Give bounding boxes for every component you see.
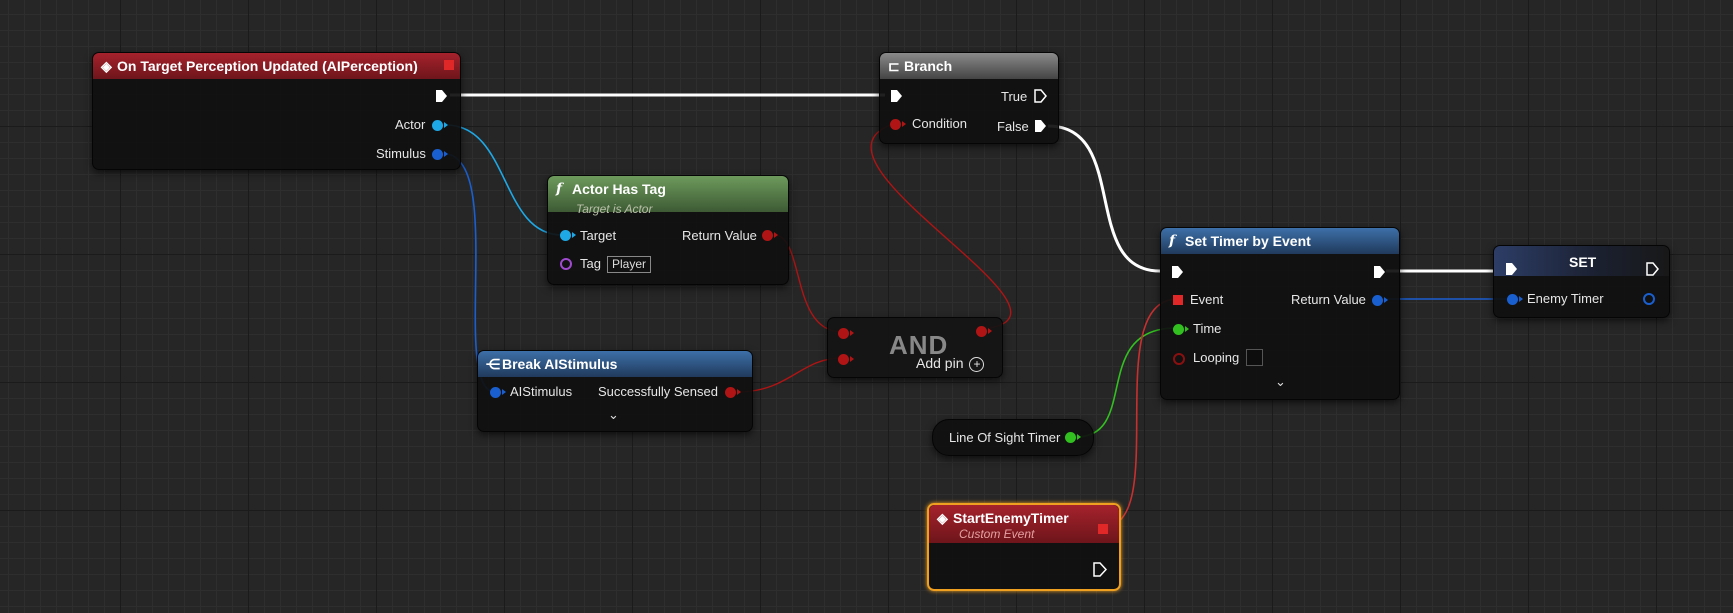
- true-pin-label: True: [1001, 89, 1028, 104]
- event-diamond-icon: ◈: [101, 58, 112, 74]
- branch-node[interactable]: ⊏ Branch True Condition False: [879, 52, 1059, 144]
- and-node[interactable]: AND Add pin +: [827, 317, 1003, 378]
- set-timer-exec-input-pin[interactable]: [1171, 265, 1183, 278]
- exec-output-pin[interactable]: [435, 89, 447, 102]
- false-exec-output-pin[interactable]: [1034, 119, 1046, 132]
- actor-has-tag-header[interactable]: f Actor Has Tag Target is Actor: [548, 176, 788, 216]
- false-pin-label: False: [997, 119, 1029, 134]
- start-enemy-timer-custom-event-node[interactable]: ◈ StartEnemyTimer Custom Event: [927, 503, 1121, 591]
- object-wire-actor-target: [445, 124, 563, 236]
- delegate-output-pin[interactable]: [444, 60, 454, 70]
- set-timer-title: Set Timer by Event: [1185, 233, 1311, 249]
- custom-event-exec-output-pin[interactable]: [1093, 562, 1107, 577]
- and-input-pin-a[interactable]: [838, 328, 854, 339]
- line-of-sight-timer-label: Line Of Sight Timer: [949, 430, 1061, 445]
- exec-wire-false-timer: [1047, 124, 1161, 273]
- tag-value-field[interactable]: Player: [607, 256, 652, 273]
- set-node-title: SET: [1569, 254, 1597, 270]
- set-timer-exec-output-pin[interactable]: [1373, 265, 1385, 278]
- condition-pin-label: Condition: [912, 116, 967, 131]
- line-of-sight-timer-variable-node[interactable]: Line Of Sight Timer: [932, 419, 1094, 456]
- enemy-timer-output-pin[interactable]: [1643, 293, 1655, 305]
- break-aistimulus-title: Break AIStimulus: [502, 356, 618, 372]
- event-node-on-target-perception-updated[interactable]: ◈ On Target Perception Updated (AIPercep…: [92, 52, 461, 170]
- successfully-sensed-output-pin[interactable]: [725, 387, 741, 398]
- stimulus-output-pin[interactable]: [432, 149, 448, 160]
- set-exec-input-pin[interactable]: [1505, 262, 1517, 275]
- break-aistimulus-node[interactable]: ⋲ Break AIStimulus AIStimulus Successful…: [477, 350, 753, 432]
- set-timer-by-event-node[interactable]: f Set Timer by Event Event Return Value …: [1160, 227, 1400, 400]
- aistimulus-input-pin[interactable]: [490, 387, 506, 398]
- actor-has-tag-node[interactable]: f Actor Has Tag Target is Actor Target R…: [547, 175, 789, 285]
- looping-input-pin[interactable]: [1173, 353, 1185, 365]
- target-input-pin[interactable]: [560, 230, 576, 241]
- successfully-sensed-pin-label: Successfully Sensed: [598, 384, 718, 399]
- set-timer-header[interactable]: f Set Timer by Event: [1161, 228, 1399, 254]
- expand-chevron-icon[interactable]: ⌄: [1275, 374, 1286, 390]
- time-pin-label: Time: [1193, 321, 1222, 336]
- event-input-pin[interactable]: [1173, 295, 1183, 305]
- enemy-timer-pin-label: Enemy Timer: [1527, 291, 1604, 306]
- tag-pin-label: Tag: [580, 256, 601, 271]
- expand-chevron-icon[interactable]: ⌄: [608, 407, 619, 423]
- has-tag-return-output-pin[interactable]: [762, 230, 778, 241]
- set-node-header[interactable]: SET: [1494, 246, 1669, 276]
- plus-circle-icon: +: [969, 357, 985, 372]
- target-pin-label: Target: [580, 228, 617, 243]
- branch-exec-input-pin[interactable]: [890, 89, 902, 102]
- branch-node-title: Branch: [904, 58, 953, 74]
- enemy-timer-input-pin[interactable]: [1507, 294, 1523, 305]
- timer-return-pin-label: Return Value: [1291, 292, 1366, 307]
- tag-input-pin[interactable]: [560, 258, 572, 270]
- timer-return-output-pin[interactable]: [1372, 295, 1388, 306]
- custom-event-delegate-pin[interactable]: [1098, 524, 1108, 534]
- function-icon: f: [556, 181, 563, 197]
- function-icon: f: [1169, 233, 1176, 249]
- and-output-pin[interactable]: [976, 326, 992, 337]
- set-variable-node[interactable]: SET Enemy Timer: [1493, 245, 1670, 318]
- time-input-pin[interactable]: [1173, 324, 1189, 335]
- event-diamond-icon: ◈: [937, 510, 948, 526]
- actor-has-tag-title: Actor Has Tag: [572, 181, 666, 197]
- custom-event-title: StartEnemyTimer: [953, 510, 1069, 526]
- condition-input-pin[interactable]: [890, 119, 906, 130]
- actor-output-pin[interactable]: [432, 120, 448, 131]
- branch-icon: ⊏: [888, 58, 900, 74]
- event-node-header[interactable]: ◈ On Target Perception Updated (AIPercep…: [93, 53, 460, 79]
- break-struct-icon: ⋲: [486, 356, 500, 372]
- add-pin-button[interactable]: Add pin +: [916, 355, 985, 372]
- event-pin-label: Event: [1190, 292, 1224, 307]
- line-of-sight-timer-output-pin[interactable]: [1065, 432, 1081, 443]
- true-exec-output-pin[interactable]: [1034, 89, 1047, 103]
- set-exec-output-pin[interactable]: [1646, 262, 1659, 276]
- event-node-title: On Target Perception Updated (AIPercepti…: [117, 58, 418, 74]
- custom-event-subtitle: Custom Event: [959, 527, 1035, 541]
- bool-wire-and-condition: [870, 123, 1012, 329]
- branch-node-header[interactable]: ⊏ Branch: [880, 53, 1058, 79]
- aistimulus-pin-label: AIStimulus: [510, 384, 573, 399]
- looping-pin-label: Looping: [1193, 350, 1240, 365]
- custom-event-header[interactable]: ◈ StartEnemyTimer Custom Event: [929, 505, 1119, 543]
- add-pin-label: Add pin: [916, 355, 964, 371]
- actor-pin-label: Actor: [395, 117, 426, 132]
- and-input-pin-b[interactable]: [838, 354, 854, 365]
- stimulus-pin-label: Stimulus: [376, 146, 426, 161]
- looping-checkbox[interactable]: [1246, 349, 1263, 366]
- break-aistimulus-header[interactable]: ⋲ Break AIStimulus: [478, 351, 752, 377]
- return-value-pin-label: Return Value: [682, 228, 757, 243]
- actor-has-tag-subtitle: Target is Actor: [576, 202, 653, 216]
